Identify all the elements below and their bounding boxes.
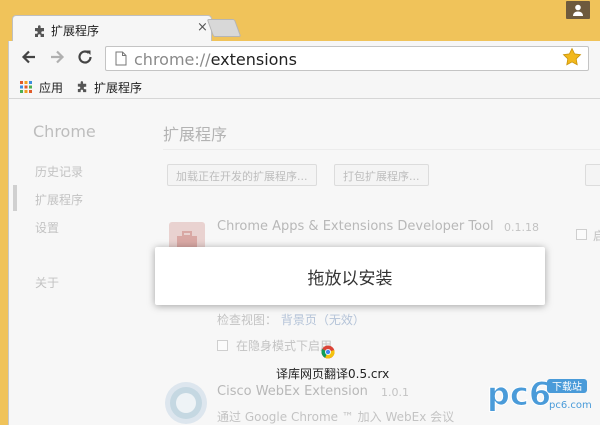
tab-title: 扩展程序 (51, 24, 100, 38)
pack-extension-button[interactable]: 打包扩展程序... (334, 164, 429, 186)
dragged-file-name: 译库网页翻译0.5.crx (276, 367, 390, 381)
tab-close-icon[interactable]: × (197, 20, 208, 35)
sidebar-item-extensions[interactable]: 扩展程序 (35, 191, 83, 208)
pc6-logo-icon: pc6 下载站 pc6.com (487, 375, 592, 414)
sidebar-item-history[interactable]: 历史记录 (35, 163, 83, 180)
logo-url: pc6.com (549, 400, 592, 411)
apps-grid-icon[interactable] (20, 81, 32, 93)
new-tab-button[interactable] (206, 19, 242, 37)
extension-version: 1.0.1 (381, 386, 409, 399)
extension-name: Chrome Apps & Extensions Developer Tool (217, 219, 494, 234)
logo-subtitle: 下载站 (552, 380, 582, 393)
enable-checkbox[interactable] (576, 229, 587, 240)
chrome-logo-icon (321, 345, 335, 359)
enable-label: 启 (593, 227, 600, 244)
browser-toolbar: chrome://extensions (8, 41, 600, 75)
bookmark-apps[interactable]: 应用 (39, 79, 63, 96)
extension-description: 通过 Google Chrome ™ 加入 WebEx 会议 (217, 410, 455, 424)
drop-message: 拖放以安装 (307, 269, 393, 289)
sidebar-title: Chrome (33, 122, 96, 141)
update-button[interactable] (585, 164, 600, 186)
logo-text: pc6 (487, 375, 551, 413)
page-icon (115, 51, 127, 66)
load-unpacked-button[interactable]: 加载正在开发的扩展程序... (167, 164, 317, 186)
sidebar-item-settings[interactable]: 设置 (35, 219, 59, 236)
bookmark-extensions[interactable]: 扩展程序 (94, 79, 142, 96)
sidebar-selection-marker (13, 185, 17, 211)
inspect-views-label: 检查视图： 背景页（无效） (217, 313, 365, 327)
extension-name: Cisco WebEx Extension (217, 384, 368, 399)
forward-arrow-icon[interactable] (47, 47, 67, 67)
profile-button[interactable] (566, 1, 590, 19)
drop-to-install-overlay[interactable]: 拖放以安装 (155, 247, 545, 305)
reload-icon[interactable] (75, 47, 95, 67)
background-page-link[interactable]: 背景页（无效） (281, 313, 365, 327)
address-bar[interactable]: chrome://extensions (105, 46, 589, 71)
puzzle-piece-icon (77, 81, 87, 93)
back-arrow-icon[interactable] (19, 47, 39, 67)
extension-version: 0.1.18 (504, 221, 539, 234)
sidebar-item-about[interactable]: 关于 (35, 274, 59, 291)
url-text: chrome://extensions (134, 50, 297, 69)
pc6-watermark-logo: pc6 下载站 pc6.com (485, 373, 593, 417)
user-icon (573, 4, 583, 16)
webex-extension-icon (165, 382, 207, 424)
bookmark-star-icon[interactable] (562, 47, 582, 67)
incognito-checkbox[interactable] (217, 340, 228, 351)
webex-logo-icon (170, 387, 202, 419)
title-divider (163, 149, 600, 150)
bookmarks-bar: 应用 扩展程序 (8, 75, 600, 99)
tab-extensions[interactable]: 扩展程序 × (12, 15, 212, 42)
page-title: 扩展程序 (163, 125, 228, 144)
puzzle-piece-icon (35, 25, 44, 37)
incognito-label: 在隐身模式下启用 (236, 339, 333, 353)
window-titlebar: 扩展程序 × (0, 0, 600, 42)
